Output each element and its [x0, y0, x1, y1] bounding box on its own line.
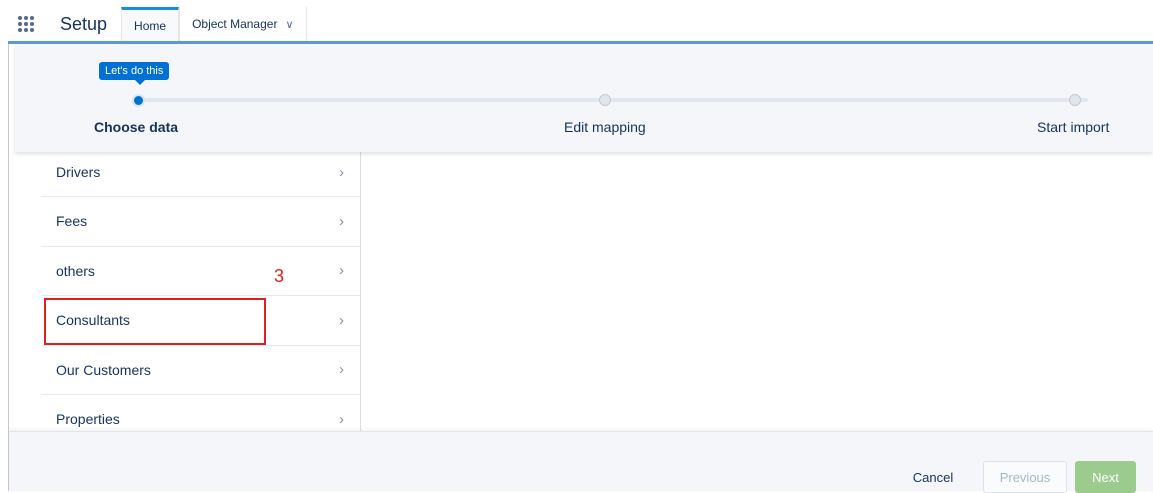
chevron-right-icon: ›	[339, 163, 344, 181]
list-item-fees[interactable]: Fees ›	[41, 197, 360, 247]
list-item-drivers[interactable]: Drivers ›	[41, 145, 360, 197]
object-list: Drivers › Fees › others › Consultants › …	[41, 145, 361, 431]
tab-object-manager-label: Object Manager	[192, 17, 278, 31]
list-item-label: Fees	[56, 213, 88, 230]
chevron-down-icon[interactable]: ∨	[285, 18, 293, 31]
previous-button[interactable]: Previous	[983, 461, 1067, 493]
list-item-label: others	[56, 262, 95, 279]
step-marker-edit-mapping[interactable]	[599, 94, 611, 106]
annotation-step-number: 3	[274, 266, 285, 286]
list-item-label: Our Customers	[56, 361, 151, 378]
app-launcher-icon[interactable]	[8, 7, 44, 41]
tab-home-label: Home	[134, 18, 167, 33]
cancel-button[interactable]: Cancel	[902, 461, 964, 493]
list-item-properties[interactable]: Properties ›	[41, 395, 360, 431]
frame-border	[8, 44, 9, 491]
step-label-edit-mapping: Edit mapping	[564, 119, 646, 135]
current-step-tooltip: Let's do this	[99, 62, 170, 85]
chevron-right-icon: ›	[339, 361, 344, 379]
chevron-right-icon: ›	[339, 410, 344, 428]
chevron-right-icon: ›	[339, 311, 344, 329]
list-item-our-customers[interactable]: Our Customers ›	[41, 346, 360, 395]
next-button[interactable]: Next	[1075, 461, 1136, 493]
list-item-label: Properties	[56, 411, 120, 428]
step-marker-start-import[interactable]	[1069, 94, 1081, 106]
step-marker-choose-data[interactable]	[132, 94, 145, 107]
progress-track	[138, 98, 1088, 102]
tab-object-manager[interactable]: Object Manager ∨	[179, 7, 307, 41]
app-name: Setup	[60, 13, 108, 34]
wizard-footer: Cancel Previous Next	[9, 431, 1153, 493]
list-item-others[interactable]: others ›	[41, 247, 360, 296]
progress-indicator: Let's do this Choose data Edit mapping S…	[15, 44, 1153, 152]
top-navigation: Setup Home Object Manager ∨	[8, 7, 1153, 44]
step-label-start-import: Start import	[1037, 119, 1110, 135]
annotation-highlight-box	[44, 298, 266, 345]
tab-home[interactable]: Home	[121, 7, 180, 41]
step-label-choose-data: Choose data	[94, 119, 179, 135]
list-item-label: Drivers	[56, 164, 101, 180]
chevron-right-icon: ›	[339, 212, 344, 230]
chevron-right-icon: ›	[339, 262, 344, 280]
